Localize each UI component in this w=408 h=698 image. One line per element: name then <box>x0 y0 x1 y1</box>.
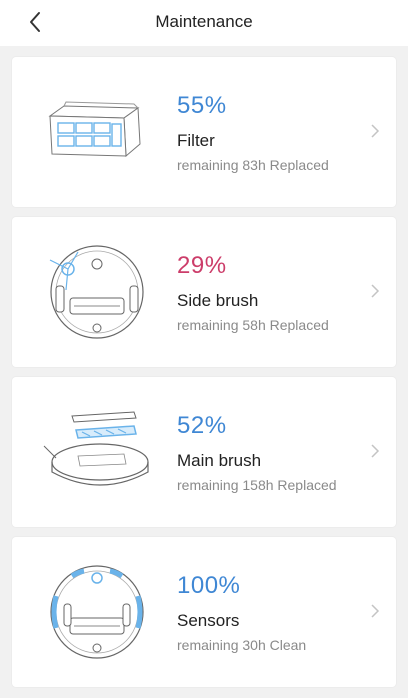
side-brush-icon <box>42 242 152 342</box>
filter-icon <box>42 82 152 182</box>
main-brush-card[interactable]: 52% Main brush remaining 158h Replaced <box>12 377 396 527</box>
sensors-percent: 100% <box>177 572 241 599</box>
chevron-right-icon <box>371 604 380 618</box>
main-brush-icon <box>42 402 152 502</box>
filter-percent: 55% <box>177 92 227 119</box>
side-brush-percent: 29% <box>177 252 227 279</box>
chevron-right-icon <box>371 444 380 458</box>
filter-status: remaining 83h Replaced <box>177 157 329 173</box>
filter-label: Filter <box>177 131 215 150</box>
sensors-icon <box>42 562 152 662</box>
main-brush-label: Main brush <box>177 451 262 470</box>
chevron-right-icon <box>371 284 380 298</box>
sensors-status: remaining 30h Clean <box>177 637 307 653</box>
sensors-card[interactable]: 100% Sensors remaining 30h Clean <box>12 537 396 687</box>
filter-card[interactable]: 55% Filter remaining 83h Replaced <box>12 57 396 207</box>
top-bar: Maintenance <box>0 0 408 46</box>
chevron-right-icon <box>371 124 380 138</box>
sensors-label: Sensors <box>177 611 240 630</box>
side-brush-card[interactable]: 29% Side brush remaining 58h Replaced <box>12 217 396 367</box>
side-brush-status: remaining 58h Replaced <box>177 317 329 333</box>
side-brush-label: Side brush <box>177 291 259 310</box>
main-brush-percent: 52% <box>177 412 227 439</box>
page-title: Maintenance <box>155 12 253 31</box>
main-brush-status: remaining 158h Replaced <box>177 477 337 493</box>
